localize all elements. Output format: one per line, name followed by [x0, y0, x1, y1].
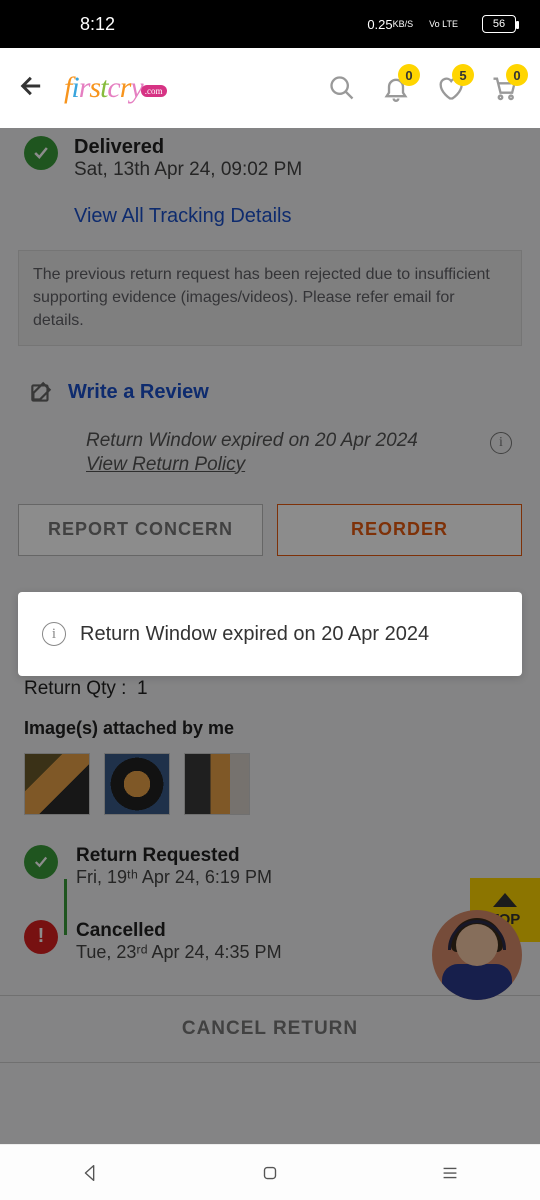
return-requested-label: Return Requested: [76, 845, 272, 867]
cancelled-date: Tue, 23ʳᵈ Apr 24, 4:35 PM: [76, 942, 282, 963]
delivered-date: Sat, 13th Apr 24, 09:02 PM: [74, 159, 302, 181]
app-header: firstcry.com 0 5 0: [0, 48, 540, 128]
up-arrow-icon: [493, 893, 517, 907]
return-qty-value: 1: [137, 678, 148, 699]
net-speed: 0.25KB/S: [367, 18, 413, 31]
attached-image-thumb[interactable]: [104, 753, 170, 815]
nav-home-icon[interactable]: [259, 1162, 281, 1184]
timeline-error-icon: !: [24, 920, 58, 954]
report-concern-button[interactable]: REPORT CONCERN: [18, 504, 263, 556]
reorder-button[interactable]: REORDER: [277, 504, 522, 556]
cancel-return-button[interactable]: CANCEL RETURN: [0, 995, 540, 1063]
nav-back-icon[interactable]: [79, 1162, 101, 1184]
return-qty-label: Return Qty :: [24, 678, 126, 699]
status-bar: 8:12 0.25KB/S Vo LTE 56: [0, 0, 540, 48]
return-window-text: Return Window expired on 20 Apr 2024: [86, 430, 512, 452]
nav-recent-icon[interactable]: [439, 1162, 461, 1184]
back-button[interactable]: [18, 72, 46, 105]
write-review-icon: [28, 380, 54, 406]
attached-image-thumb[interactable]: [24, 753, 90, 815]
toast-popup: i Return Window expired on 20 Apr 2024: [18, 592, 522, 676]
battery-icon: 56: [482, 15, 516, 33]
cancelled-label: Cancelled: [76, 920, 282, 942]
status-time: 8:12: [80, 14, 115, 35]
images-attached-label: Image(s) attached by me: [0, 704, 540, 745]
attached-image-thumb[interactable]: [184, 753, 250, 815]
view-tracking-link[interactable]: View All Tracking Details: [0, 185, 540, 250]
volte-icon: Vo LTE: [429, 20, 458, 29]
toast-text: Return Window expired on 20 Apr 2024: [80, 623, 429, 646]
cart-badge: 0: [506, 64, 528, 86]
timeline-check-icon: [24, 845, 58, 879]
system-nav-bar: [0, 1144, 540, 1200]
info-icon: i: [42, 622, 66, 646]
rejection-notice: The previous return request has been rej…: [18, 250, 522, 346]
delivered-label: Delivered: [74, 136, 302, 159]
wish-badge: 5: [452, 64, 474, 86]
delivered-check-icon: [24, 136, 58, 170]
write-review-link[interactable]: Write a Review: [68, 381, 209, 404]
notifications-button[interactable]: 0: [378, 70, 414, 106]
return-policy-link[interactable]: View Return Policy: [86, 454, 245, 476]
search-button[interactable]: [324, 70, 360, 106]
firstcry-logo[interactable]: firstcry.com: [64, 71, 167, 105]
return-requested-date: Fri, 19ᵗʰ Apr 24, 6:19 PM: [76, 867, 272, 888]
notif-badge: 0: [398, 64, 420, 86]
wishlist-button[interactable]: 5: [432, 70, 468, 106]
info-icon[interactable]: i: [490, 432, 512, 454]
support-chat-button[interactable]: [432, 910, 522, 1000]
cart-button[interactable]: 0: [486, 70, 522, 106]
